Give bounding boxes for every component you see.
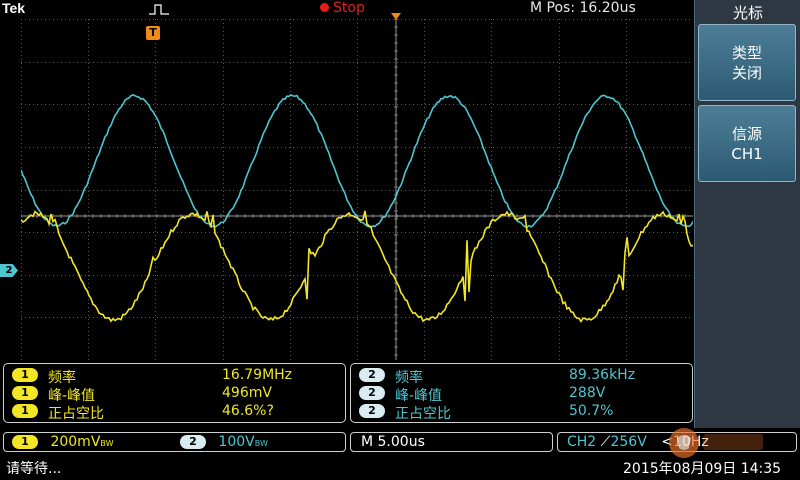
waveform-display[interactable] xyxy=(21,19,693,360)
measurement-value: 288V xyxy=(569,385,606,401)
measurement-name: 峰-峰值 xyxy=(395,388,443,404)
ch2-scale: 100V xyxy=(218,434,255,450)
measurement-value: 50.7% xyxy=(569,403,614,419)
trigger-slope-icon: ⟋ xyxy=(600,434,611,450)
ch2-bw-limit: BW xyxy=(254,439,268,448)
ch1-badge: 1 xyxy=(12,435,38,449)
measurement-name: 正占空比 xyxy=(48,406,104,422)
channel-scale-box[interactable]: 1 200mVBW 2 100VBW xyxy=(3,432,346,452)
measurement-row: 1 正占空比 46.6%? xyxy=(12,403,342,422)
measurement-row: 1 频率 16.79MHz xyxy=(12,367,342,386)
button-label: 类型 xyxy=(731,44,762,62)
measurement-name: 频率 xyxy=(48,370,76,386)
ch1-badge: 1 xyxy=(12,386,38,400)
ch1-badge: 1 xyxy=(12,368,38,382)
measurement-name: 正占空比 xyxy=(395,406,451,422)
ch2-measurements-panel: 2 频率 89.36kHz 2 峰-峰值 288V 2 正占空比 50.7% xyxy=(350,363,693,423)
measurement-value: 16.79MHz xyxy=(222,367,293,383)
status-message: 请等待... xyxy=(6,461,62,477)
graticule xyxy=(21,19,693,360)
button-value: 关闭 xyxy=(731,64,762,82)
trigger-marker: T xyxy=(146,26,160,40)
ch2-ground-marker: 2 xyxy=(0,264,18,277)
measurement-row: 2 频率 89.36kHz xyxy=(359,367,689,386)
ch1-measurements-panel: 1 频率 16.79MHz 1 峰-峰值 496mV 1 正占空比 46.6%? xyxy=(3,363,346,423)
run-status[interactable]: Stop xyxy=(333,0,365,16)
ch2-badge: 2 xyxy=(359,404,385,418)
ch2-badge: 2 xyxy=(359,386,385,400)
ch1-scale: 200mV xyxy=(50,434,101,450)
menu-title: 光标 xyxy=(732,4,763,22)
measurement-row: 2 正占空比 50.7% xyxy=(359,403,689,422)
horizontal-position: M Pos: 16.20us xyxy=(530,0,636,16)
ch2-badge: 2 xyxy=(359,368,385,382)
button-value: CH1 xyxy=(731,145,763,163)
measurement-row: 1 峰-峰值 496mV xyxy=(12,385,342,404)
brand-logo: Tek xyxy=(2,0,26,16)
measurement-value: 46.6%? xyxy=(222,403,274,419)
cursor-source-button[interactable]: 信源 CH1 xyxy=(698,105,796,182)
trigger-type-icon xyxy=(149,4,169,15)
trigger-level: 256V xyxy=(610,434,647,450)
measurement-name: 峰-峰值 xyxy=(48,388,96,404)
measurement-value: 496mV xyxy=(222,385,272,401)
trigger-source: CH2 xyxy=(567,434,597,450)
measurement-value: 89.36kHz xyxy=(569,367,636,383)
ch1-badge: 1 xyxy=(12,404,38,418)
ch2-badge: 2 xyxy=(179,435,206,449)
measurement-name: 频率 xyxy=(395,370,423,386)
trigger-position-marker xyxy=(391,13,401,20)
measurement-row: 2 峰-峰值 288V xyxy=(359,385,689,404)
timebase-box[interactable]: M 5.00us xyxy=(350,432,553,452)
run-status-indicator xyxy=(320,3,329,12)
cursor-type-button[interactable]: 类型 关闭 xyxy=(698,24,796,101)
side-menu: 光标 类型 关闭 信源 CH1 xyxy=(694,0,800,428)
ch1-bw-limit: BW xyxy=(100,439,114,448)
timebase: M 5.00us xyxy=(361,434,425,450)
button-label: 信源 xyxy=(731,125,762,143)
watermark-logo xyxy=(669,428,763,458)
